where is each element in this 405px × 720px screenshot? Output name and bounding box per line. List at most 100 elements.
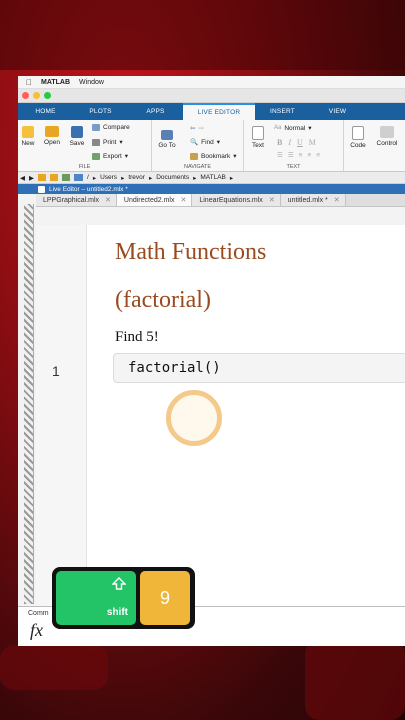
- tab-apps[interactable]: APPS: [128, 103, 183, 120]
- save-label: Save: [69, 140, 85, 147]
- window-menu[interactable]: Window: [79, 79, 104, 86]
- open-label: Open: [44, 139, 60, 146]
- path-segment[interactable]: trevor: [128, 174, 145, 181]
- panel-resize-handle[interactable]: [24, 204, 34, 604]
- live-editor-document[interactable]: Math Functions (factorial) Find 5! 1 fac…: [36, 225, 405, 606]
- chevron-down-icon: ▾: [308, 125, 312, 132]
- align-right-icon[interactable]: ≡: [316, 152, 320, 159]
- compare-label: Compare: [103, 124, 130, 131]
- save-button[interactable]: Save: [67, 126, 87, 147]
- code-group: Code Control: [344, 120, 405, 171]
- control-button[interactable]: Control: [372, 126, 402, 147]
- style-icon: Aa: [274, 125, 282, 131]
- italic-button[interactable]: I: [288, 138, 291, 147]
- ribbon-toolbar: New Open Save Compare Print ▾ Export ▾ F…: [18, 120, 405, 172]
- bold-button[interactable]: B: [277, 138, 282, 147]
- close-icon[interactable]: ✕: [180, 196, 186, 204]
- code-block[interactable]: factorial(): [113, 353, 405, 383]
- text-button[interactable]: Text: [247, 126, 269, 149]
- list-align-buttons: ☰ ☰ ≡ ≡ ≡: [277, 151, 320, 160]
- tab-live-editor[interactable]: LIVE EDITOR: [183, 103, 255, 120]
- live-editor-title: Live Editor – untitled2.mlx *: [49, 185, 128, 193]
- app-menu[interactable]: MATLAB: [41, 79, 70, 86]
- new-button[interactable]: New: [19, 126, 37, 147]
- path-segment[interactable]: Documents: [156, 174, 189, 181]
- goto-icon: [161, 130, 173, 140]
- close-icon[interactable]: ✕: [105, 196, 111, 204]
- numbered-list-icon[interactable]: ☰: [277, 151, 283, 159]
- chevron-right-icon: ▸: [92, 174, 97, 182]
- format-buttons: B I U M: [277, 138, 316, 147]
- address-bar: ◀ ▶ / ▸ Users ▸ trevor ▸ Documents ▸ MAT…: [18, 172, 405, 184]
- tab-insert[interactable]: INSERT: [255, 103, 310, 120]
- chevron-right-icon: ▸: [121, 174, 125, 182]
- text-label: Text: [252, 142, 264, 149]
- goto-button[interactable]: Go To: [155, 130, 179, 149]
- path-segment[interactable]: Users: [100, 174, 117, 181]
- file-tab[interactable]: LPPGraphical.mlx ✕: [36, 194, 117, 206]
- chevron-right-icon: ▸: [229, 174, 234, 182]
- style-select[interactable]: Aa Normal ▾: [274, 124, 312, 133]
- underline-button[interactable]: U: [297, 138, 303, 147]
- close-icon[interactable]: ✕: [269, 196, 275, 204]
- arrow-right-icon[interactable]: ▶: [29, 174, 34, 182]
- window-titlebar: [18, 89, 405, 103]
- path-segment[interactable]: MATLAB: [200, 174, 226, 181]
- new-icon: [22, 126, 34, 138]
- apple-icon[interactable]: : [26, 78, 32, 87]
- align-left-icon[interactable]: ≡: [299, 152, 303, 159]
- close-window-button[interactable]: [22, 92, 29, 99]
- heading-title[interactable]: Math Functions: [115, 239, 266, 266]
- code-icon: [352, 126, 364, 140]
- search-icon: 🔍: [190, 139, 199, 146]
- open-button[interactable]: Open: [41, 126, 63, 146]
- file-group: New Open Save Compare Print ▾ Export ▾ F…: [18, 120, 152, 171]
- tab-view[interactable]: VIEW: [310, 103, 365, 120]
- arrow-left-icon[interactable]: ◀: [20, 174, 25, 182]
- close-icon[interactable]: ✕: [334, 196, 340, 204]
- file-tab[interactable]: untitled.mlx * ✕: [280, 194, 346, 206]
- text-paragraph[interactable]: Find 5!: [115, 329, 159, 346]
- folder-icon[interactable]: [38, 174, 46, 181]
- code-button[interactable]: Code: [348, 126, 368, 149]
- navigate-group-label: NAVIGATE: [184, 164, 211, 170]
- file-tab-label: LPPGraphical.mlx: [43, 196, 100, 204]
- arrow-left-icon[interactable]: ⇦: [190, 124, 195, 132]
- align-center-icon[interactable]: ≡: [307, 152, 311, 159]
- click-indicator: [166, 390, 222, 446]
- file-tab-label: untitled.mlx *: [287, 196, 328, 204]
- bookmark-button[interactable]: Bookmark ▾: [190, 152, 237, 160]
- code-line[interactable]: factorial(): [128, 360, 221, 376]
- export-button[interactable]: Export ▾: [92, 152, 128, 160]
- text-group: Text Aa Normal ▾ B I U M ☰ ☰ ≡ ≡ ≡ TEXT: [244, 120, 344, 171]
- browse-icon[interactable]: [62, 174, 70, 181]
- tab-home[interactable]: HOME: [18, 103, 73, 120]
- find-button[interactable]: 🔍 Find ▾: [190, 138, 220, 147]
- chevron-down-icon: ▾: [233, 153, 237, 160]
- chevron-down-icon: ▾: [119, 139, 123, 146]
- file-tab-label: LinearEquations.mlx: [199, 196, 263, 204]
- arrow-right-icon[interactable]: ⇨: [198, 124, 203, 132]
- path-root[interactable]: /: [87, 174, 89, 181]
- control-label: Control: [376, 140, 398, 147]
- minimize-window-button[interactable]: [33, 92, 40, 99]
- file-tabs: LPPGraphical.mlx ✕ Undirected2.mlx ✕ Lin…: [36, 194, 405, 207]
- tab-plots[interactable]: PLOTS: [73, 103, 128, 120]
- shift-arrow-icon: [112, 577, 126, 590]
- file-tab[interactable]: Undirected2.mlx ✕: [116, 194, 193, 206]
- print-button[interactable]: Print ▾: [92, 138, 123, 146]
- shift-key-label: shift: [106, 607, 128, 618]
- heading-subtitle[interactable]: (factorial): [115, 287, 211, 314]
- monospace-button[interactable]: M: [309, 138, 316, 147]
- bullet-list-icon[interactable]: ☰: [288, 151, 294, 159]
- back-forward-buttons[interactable]: ⇦ ⇨: [190, 124, 204, 132]
- ribbon-tab-bar: HOME PLOTS APPS LIVE EDITOR INSERT VIEW: [18, 103, 405, 120]
- fx-prompt-icon: fx: [30, 620, 43, 640]
- text-icon: [252, 126, 264, 140]
- file-tab[interactable]: LinearEquations.mlx ✕: [192, 194, 281, 206]
- zoom-window-button[interactable]: [44, 92, 51, 99]
- folder-up-icon[interactable]: [50, 174, 58, 181]
- command-window-label: Comm: [28, 610, 49, 617]
- compare-button[interactable]: Compare: [92, 124, 130, 131]
- chevron-right-icon: ▸: [148, 174, 153, 182]
